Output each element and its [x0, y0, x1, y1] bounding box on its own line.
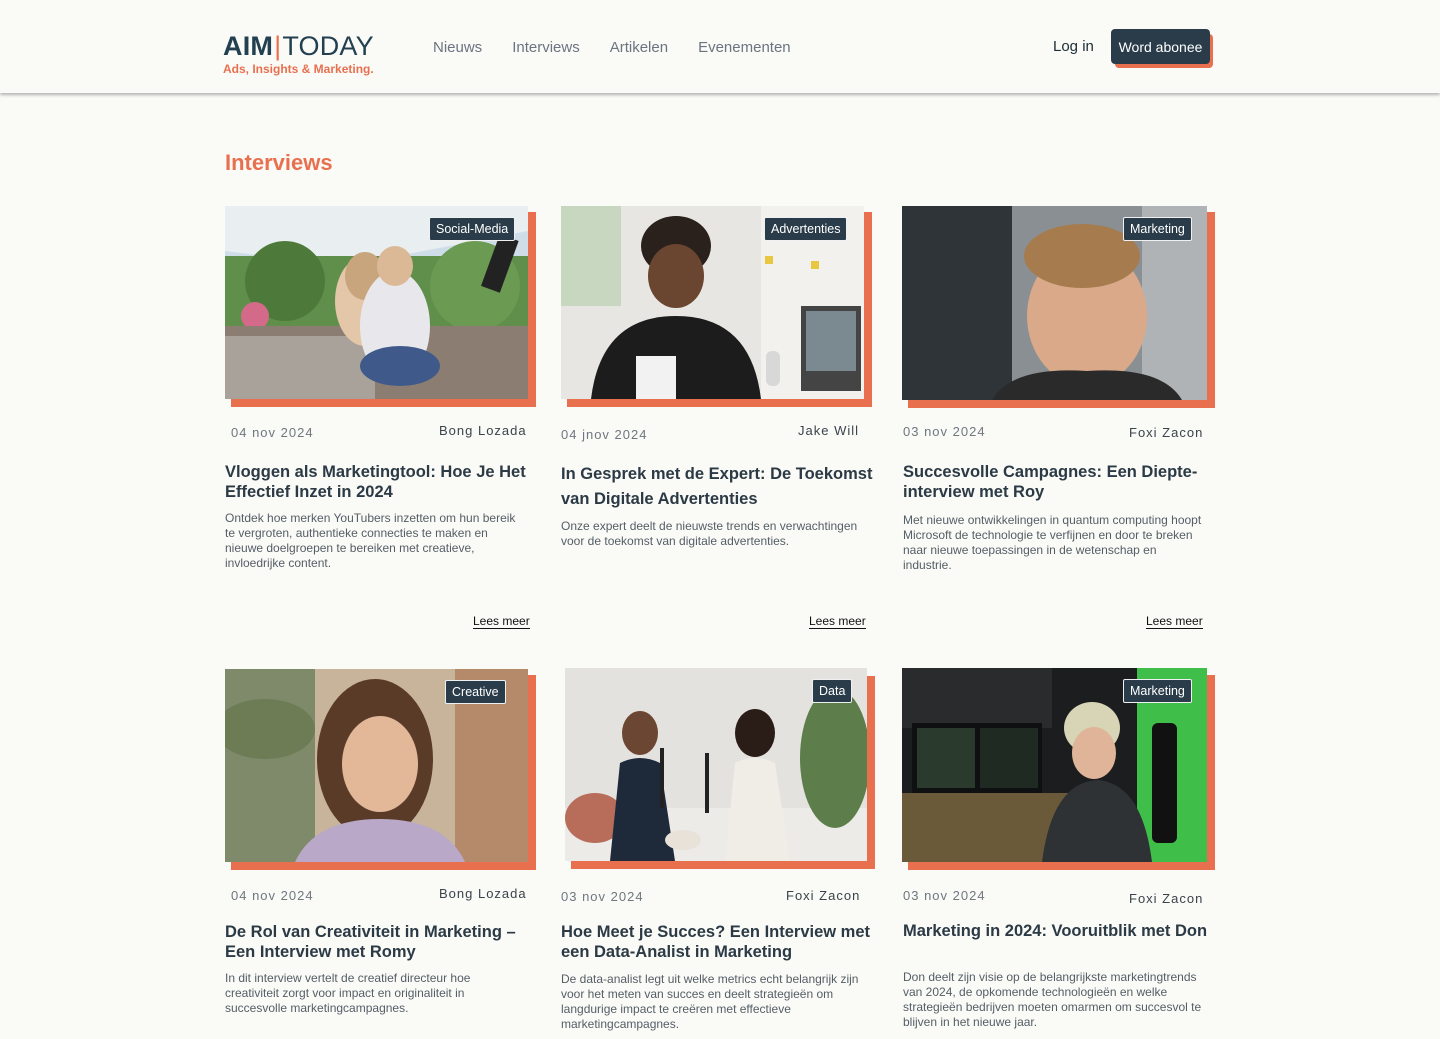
read-more-link[interactable]: Lees meer: [473, 614, 530, 629]
nav-link-nieuws[interactable]: Nieuws: [433, 39, 482, 56]
subscribe-button-wrapper: Word abonee: [1111, 29, 1213, 68]
card-date: 03 nov 2024: [561, 889, 644, 904]
nav-link-evenementen[interactable]: Evenementen: [698, 39, 791, 56]
card-date: 04 nov 2024: [231, 888, 314, 903]
card-description: De data-analist legt uit welke metrics e…: [561, 972, 859, 1031]
logo-separator: |: [274, 31, 282, 61]
login-link[interactable]: Log in: [1053, 38, 1094, 55]
category-badge[interactable]: Advertenties: [764, 217, 848, 241]
top-navigation-bar: AIM|TODAY Ads, Insights & Marketing. Nie…: [0, 0, 1440, 93]
subscribe-button[interactable]: Word abonee: [1111, 29, 1210, 64]
logo-today: TODAY: [282, 31, 374, 61]
card-title[interactable]: Hoe Meet je Succes? Een Interview met ee…: [561, 922, 871, 962]
read-more-link[interactable]: Lees meer: [809, 614, 866, 629]
category-badge[interactable]: Data: [812, 679, 853, 703]
card-author[interactable]: Foxi Zacon: [1129, 425, 1203, 440]
site-logo[interactable]: AIM|TODAY Ads, Insights & Marketing.: [223, 31, 374, 76]
card-date: 03 nov 2024: [903, 424, 986, 439]
logo-aim: AIM: [223, 31, 274, 61]
main-nav: Nieuws Interviews Artikelen Evenementen: [433, 39, 821, 56]
card-description: Met nieuwe ontwikkelingen in quantum com…: [903, 513, 1202, 572]
card-date: 03 nov 2024: [903, 888, 986, 903]
card-title[interactable]: Marketing in 2024: Vooruitblik met Don: [903, 921, 1213, 941]
card-title[interactable]: In Gesprek met de Expert: De Toekomst va…: [561, 462, 881, 512]
nav-link-artikelen[interactable]: Artikelen: [610, 39, 668, 56]
category-badge[interactable]: Creative: [445, 680, 506, 704]
read-more-link[interactable]: Lees meer: [1146, 614, 1203, 629]
category-badge[interactable]: Marketing: [1123, 217, 1192, 241]
card-title[interactable]: Succesvolle Campagnes: Een Diepte-interv…: [903, 462, 1218, 502]
card-title[interactable]: De Rol van Creativiteit in Marketing – E…: [225, 922, 535, 962]
section-title: Interviews: [225, 150, 333, 175]
card-author[interactable]: Foxi Zacon: [786, 888, 860, 903]
card-date: 04 nov 2024: [231, 425, 314, 440]
card-date: 04 jnov 2024: [561, 427, 648, 442]
logo-wordmark: AIM|TODAY: [223, 31, 374, 61]
nav-link-interviews[interactable]: Interviews: [512, 39, 580, 56]
card-description: In dit interview vertelt de creatief dir…: [225, 971, 471, 1015]
category-badge[interactable]: Social-Media: [429, 217, 516, 241]
card-author[interactable]: Bong Lozada: [439, 423, 527, 438]
card-author[interactable]: Bong Lozada: [439, 886, 527, 901]
card-description: Don deelt zijn visie op de belangrijkste…: [903, 970, 1202, 1029]
card-title[interactable]: Vloggen als Marketingtool: Hoe Je Het Ef…: [225, 462, 535, 502]
card-description: Onze expert deelt de nieuwste trends en …: [561, 519, 858, 548]
card-description: Ontdek hoe merken YouTubers inzetten om …: [225, 511, 516, 570]
logo-tagline: Ads, Insights & Marketing.: [223, 62, 374, 76]
card-author[interactable]: Jake Will: [798, 423, 859, 438]
card-author[interactable]: Foxi Zacon: [1129, 891, 1203, 906]
category-badge[interactable]: Marketing: [1123, 679, 1192, 703]
